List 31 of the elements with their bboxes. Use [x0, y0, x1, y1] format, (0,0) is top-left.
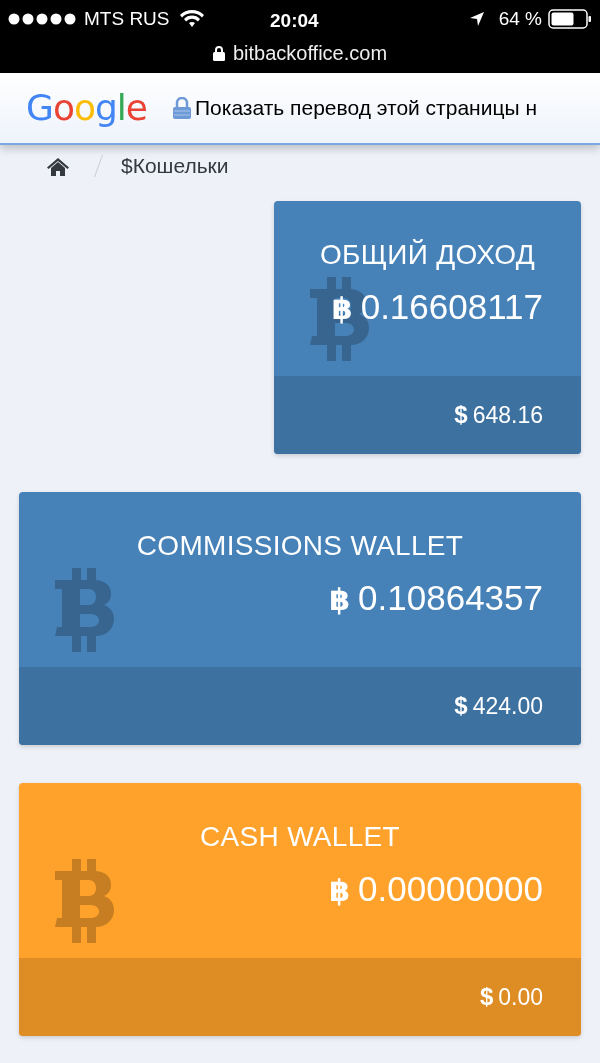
- lock-icon: [173, 97, 191, 119]
- translate-prompt[interactable]: Показать перевод этой страницы н: [195, 92, 537, 124]
- bitcoin-icon: ฿: [329, 868, 351, 913]
- btc-amount: 0.00000000: [358, 868, 543, 910]
- carrier-name: MTS RUS: [84, 6, 170, 31]
- page-url[interactable]: bitbackoffice.com: [232, 38, 388, 68]
- dollar-icon: $: [454, 688, 468, 724]
- dollar-icon: $: [479, 979, 494, 1015]
- breadcrumb-current: $Кошельки: [121, 153, 229, 180]
- google-logo[interactable]: Google: [26, 90, 147, 126]
- lock-icon: [212, 45, 225, 61]
- bitcoin-icon: ฿: [331, 286, 353, 331]
- battery-percent: 64 %: [498, 6, 542, 31]
- location-arrow-icon: [468, 11, 485, 27]
- card-title: CASH WALLET: [200, 820, 400, 854]
- usd-amount: 424.00: [472, 691, 543, 721]
- bitcoin-icon: ฿: [329, 577, 351, 622]
- bitcoin-watermark-icon: [55, 859, 115, 943]
- card-title: COMMISSIONS WALLET: [136, 529, 464, 563]
- signal-icon: [8, 13, 76, 25]
- card-title: ОБЩИЙ ДОХОД: [319, 238, 536, 272]
- battery-icon: [548, 9, 592, 29]
- btc-amount: 0.10864357: [358, 577, 543, 619]
- clock-time: 20:04: [270, 9, 319, 33]
- usd-amount: 648.16: [472, 400, 543, 430]
- dollar-icon: $: [454, 397, 468, 433]
- wifi-icon: [179, 10, 204, 28]
- bitcoin-watermark-icon: [55, 568, 115, 652]
- home-icon[interactable]: [47, 156, 69, 176]
- usd-amount: 0.00: [498, 982, 543, 1012]
- btc-amount: 0.16608117: [360, 286, 543, 328]
